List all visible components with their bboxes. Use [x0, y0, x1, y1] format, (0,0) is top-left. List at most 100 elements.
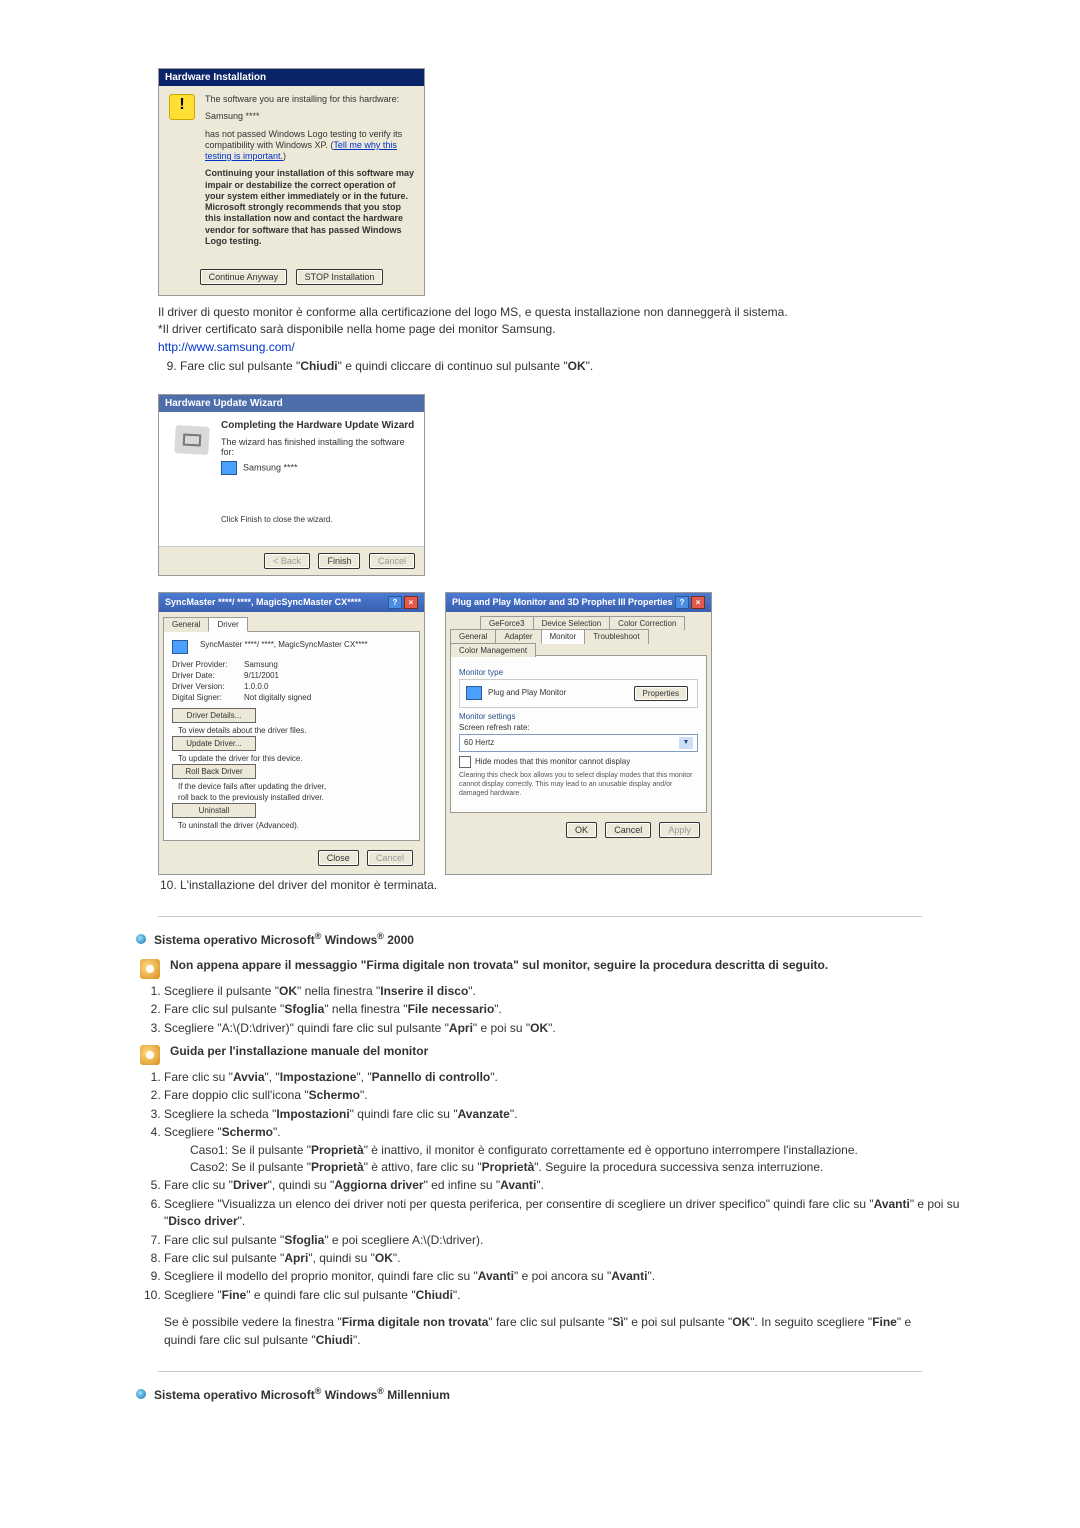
tab-general[interactable]: General — [450, 629, 496, 644]
list-item: Scegliere il pulsante "OK" nella finestr… — [164, 983, 962, 1000]
digital-signature-note: Non appena appare il messaggio "Firma di… — [140, 957, 962, 979]
monitor-props-title: Plug and Play Monitor and 3D Prophet III… — [446, 593, 711, 612]
section-divider — [158, 1371, 922, 1372]
tab-geforce3[interactable]: GeForce3 — [480, 616, 534, 630]
gear-icon — [140, 1045, 160, 1065]
tab-troubleshoot[interactable]: Troubleshoot — [584, 629, 648, 644]
wizard-back-button: < Back — [264, 553, 310, 569]
samsung-link[interactable]: http://www.samsung.com/ — [158, 340, 295, 354]
tab-device-selection[interactable]: Device Selection — [533, 616, 611, 630]
wizard-heading: Completing the Hardware Update Wizard — [221, 420, 416, 431]
tab-monitor[interactable]: Monitor — [541, 629, 586, 644]
os-me-header: Sistema operativo Microsoft® Windows® Mi… — [136, 1386, 962, 1402]
syncmaster-title: SyncMaster ****/ ****, MagicSyncMaster C… — [159, 593, 424, 612]
list-item: Scegliere "Fine" e quindi fare clic sul … — [164, 1287, 962, 1304]
list-item: Scegliere "Visualizza un elenco dei driv… — [164, 1196, 962, 1231]
step-9: Fare clic sul pulsante "Chiudi" e quindi… — [180, 358, 962, 375]
os2000-steps-b: Fare clic su "Avvia", "Impostazione", "P… — [142, 1069, 962, 1304]
tab-driver[interactable]: Driver — [208, 617, 247, 632]
hide-modes-note: Clearing this check box allows you to se… — [459, 771, 698, 798]
refresh-rate-label: Screen refresh rate: — [459, 723, 698, 732]
wizard-graphic — [167, 420, 217, 540]
close-button[interactable]: Close — [318, 850, 359, 866]
list-item: Scegliere "A:\(D:\driver)" quindi fare c… — [164, 1020, 962, 1037]
gear-icon — [140, 959, 160, 979]
hardware-update-wizard-dialog: Hardware Update Wizard Completing the Ha… — [158, 394, 425, 576]
list-item: Fare clic sul pulsante "Sfoglia" e poi s… — [164, 1232, 962, 1249]
tab-general[interactable]: General — [163, 617, 209, 632]
step-10: L'installazione del driver del monitor è… — [180, 877, 962, 894]
hw-line2: has not passed Windows Logo testing to v… — [205, 129, 414, 163]
list-item: Scegliere "Schermo". Caso1: Se il pulsan… — [164, 1124, 962, 1176]
step-list-10: L'installazione del driver del monitor è… — [158, 877, 962, 894]
driver-tab-body: SyncMaster ****/ ****, MagicSyncMaster C… — [163, 632, 420, 841]
titlebar-icons: ?× — [386, 596, 418, 609]
section-divider — [158, 916, 922, 917]
list-item: Fare clic su "Avvia", "Impostazione", "P… — [164, 1069, 962, 1086]
hw-line1: The software you are installing for this… — [205, 94, 414, 105]
list-item: Fare doppio clic sull'icona "Schermo". — [164, 1087, 962, 1104]
wizard-hint: Click Finish to close the wizard. — [221, 515, 416, 524]
cancel-button[interactable]: Cancel — [605, 822, 651, 838]
wizard-cancel-button: Cancel — [369, 553, 415, 569]
rollback-driver-button[interactable]: Roll Back Driver — [172, 764, 256, 779]
wizard-title: Hardware Update Wizard — [159, 395, 424, 412]
list-item: Fare clic sul pulsante "Apri", quindi su… — [164, 1250, 962, 1267]
body-paragraph-1: Il driver di questo monitor è conforme a… — [158, 304, 962, 356]
bullet-ball-icon — [136, 934, 146, 944]
wizard-finish-button[interactable]: Finish — [318, 553, 360, 569]
os2000-after-note: Se è possibile vedere la finestra "Firma… — [164, 1314, 944, 1349]
list-item: Fare clic sul pulsante "Sfoglia" nella f… — [164, 1001, 962, 1018]
step-list-9: Fare clic sul pulsante "Chiudi" e quindi… — [158, 358, 962, 375]
monitor-type-label: Monitor type — [459, 668, 698, 677]
monitor-icon — [172, 640, 188, 654]
checkbox-icon — [459, 756, 471, 768]
dialog-content: The software you are installing for this… — [205, 94, 414, 253]
os2000-steps-a: Scegliere il pulsante "OK" nella finestr… — [142, 983, 962, 1037]
wizard-device: Samsung **** — [243, 462, 298, 472]
driver-details-button[interactable]: Driver Details... — [172, 708, 256, 723]
hw-warning: Continuing your installation of this sof… — [205, 168, 414, 247]
close-icon[interactable]: × — [404, 596, 418, 609]
chevron-down-icon: ▼ — [679, 737, 693, 749]
syncmaster-props-dialog: SyncMaster ****/ ****, MagicSyncMaster C… — [158, 592, 425, 875]
manual-install-guide: Guida per l'installazione manuale del mo… — [140, 1043, 962, 1065]
help-icon[interactable]: ? — [675, 596, 689, 609]
stop-installation-button[interactable]: STOP Installation — [296, 269, 384, 285]
dialog-button-row: Continue Anyway STOP Installation — [159, 263, 424, 295]
warning-icon — [169, 94, 195, 120]
hw-device: Samsung **** — [205, 111, 414, 122]
monitor-icon — [466, 686, 482, 700]
tab-color-management[interactable]: Color Management — [450, 643, 536, 657]
close-icon[interactable]: × — [691, 596, 705, 609]
list-item: Fare clic su "Driver", quindi su "Aggior… — [164, 1177, 962, 1194]
monitor-icon — [221, 461, 237, 475]
help-icon[interactable]: ? — [388, 596, 402, 609]
device-name: SyncMaster ****/ ****, MagicSyncMaster C… — [200, 640, 368, 649]
wizard-content: Completing the Hardware Update Wizard Th… — [217, 420, 416, 540]
list-item: Scegliere la scheda "Impostazioni" quind… — [164, 1106, 962, 1123]
titlebar-icons: ?× — [673, 596, 705, 609]
hardware-install-dialog: Hardware Installation The software you a… — [158, 68, 425, 296]
monitor-settings-label: Monitor settings — [459, 712, 698, 721]
cancel-button: Cancel — [367, 850, 413, 866]
continue-anyway-button[interactable]: Continue Anyway — [200, 269, 288, 285]
monitor-props-dialog: Plug and Play Monitor and 3D Prophet III… — [445, 592, 712, 875]
update-driver-button[interactable]: Update Driver... — [172, 736, 256, 751]
ok-button[interactable]: OK — [566, 822, 597, 838]
chip-icon — [174, 425, 209, 455]
refresh-rate-dropdown[interactable]: 60 Hertz ▼ — [459, 734, 698, 752]
os-2000-header: Sistema operativo Microsoft® Windows® 20… — [136, 931, 962, 947]
wizard-line1: The wizard has finished installing the s… — [221, 437, 416, 457]
monitor-properties-button[interactable]: Properties — [634, 686, 688, 701]
tab-adapter[interactable]: Adapter — [495, 629, 541, 644]
apply-button: Apply — [659, 822, 700, 838]
wizard-button-row: < Back Finish Cancel — [159, 546, 424, 575]
dialog-title: Hardware Installation — [159, 69, 424, 86]
tab-color-correction[interactable]: Color Correction — [609, 616, 685, 630]
list-item: Scegliere il modello del proprio monitor… — [164, 1268, 962, 1285]
monitor-tab-body: Monitor type Plug and Play Monitor Prope… — [450, 656, 707, 813]
uninstall-driver-button[interactable]: Uninstall — [172, 803, 256, 818]
bullet-ball-icon — [136, 1389, 146, 1399]
hide-modes-checkbox-row[interactable]: Hide modes that this monitor cannot disp… — [459, 756, 698, 768]
